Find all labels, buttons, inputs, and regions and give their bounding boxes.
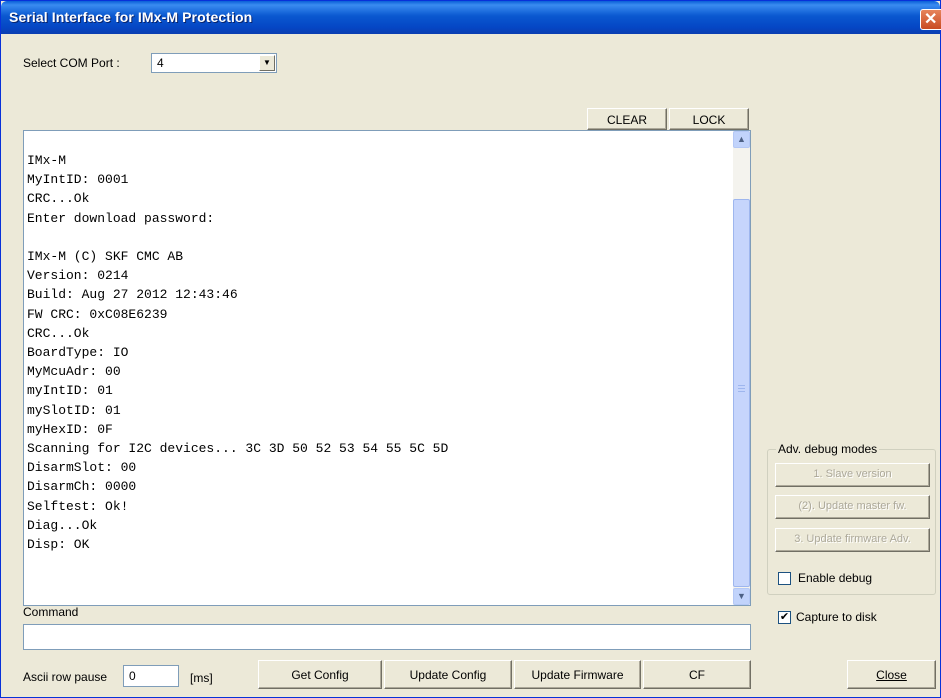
thumb-grip-line [738, 385, 745, 386]
get-config-button[interactable]: Get Config [258, 660, 382, 689]
slave-version-button[interactable]: 1. Slave version [775, 463, 930, 487]
thumb-grip-line [738, 388, 745, 389]
com-port-label: Select COM Port : [23, 56, 120, 70]
update-config-button[interactable]: Update Config [384, 660, 512, 689]
update-firmware-button[interactable]: Update Firmware [514, 660, 641, 689]
serial-interface-window: Serial Interface for IMx-M Protection ✕ … [0, 0, 941, 698]
ascii-row-pause-label: Ascii row pause [23, 670, 108, 684]
enable-debug-checkbox[interactable] [778, 572, 791, 585]
adv-debug-title: Adv. debug modes [776, 442, 880, 456]
scroll-up-icon[interactable]: ▲ [733, 131, 750, 148]
title-bar[interactable]: Serial Interface for IMx-M Protection ✕ [1, 1, 941, 34]
window-close-icon[interactable]: ✕ [920, 9, 941, 30]
com-port-value: 4 [157, 56, 164, 70]
capture-to-disk-label: Capture to disk [796, 610, 877, 624]
capture-to-disk-checkbox[interactable]: ✔ [778, 611, 791, 624]
console-text: IMx-M MyIntID: 0001 CRC...Ok Enter downl… [27, 153, 449, 553]
scroll-down-icon[interactable]: ▼ [733, 588, 750, 605]
cf-button[interactable]: CF [643, 660, 751, 689]
adv-debug-group: Adv. debug modes 1. Slave version (2). U… [767, 442, 936, 595]
command-input[interactable] [23, 624, 751, 650]
enable-debug-label: Enable debug [798, 571, 873, 585]
window-title: Serial Interface for IMx-M Protection [9, 9, 253, 25]
thumb-grip-line [738, 391, 745, 392]
lock-button[interactable]: LOCK [669, 108, 749, 130]
scrollbar-thumb[interactable] [733, 199, 750, 587]
ascii-row-pause-input[interactable]: 0 [123, 665, 179, 687]
close-button[interactable]: Close [847, 660, 936, 689]
update-firmware-adv-button[interactable]: 3. Update firmware Adv. [775, 528, 930, 552]
update-master-fw-button[interactable]: (2). Update master fw. [775, 495, 930, 519]
dropdown-arrow-icon[interactable]: ▼ [259, 55, 275, 71]
console-output[interactable]: IMx-M MyIntID: 0001 CRC...Ok Enter downl… [23, 130, 751, 606]
command-label: Command [23, 605, 79, 619]
console-scrollbar[interactable]: ▲ ▼ [733, 131, 750, 605]
ascii-unit-label: [ms] [190, 671, 213, 685]
com-port-select[interactable]: 4 ▼ [151, 53, 277, 73]
clear-button[interactable]: CLEAR [587, 108, 667, 130]
